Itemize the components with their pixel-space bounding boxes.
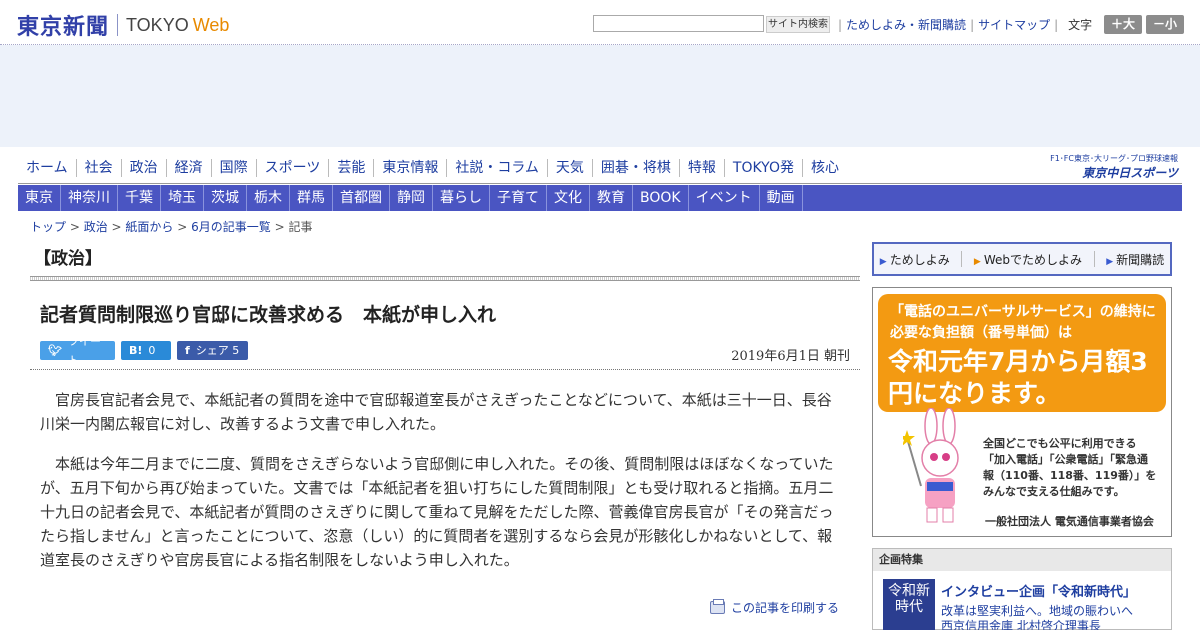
search-input[interactable] — [593, 15, 764, 32]
hatena-bookmark-button[interactable]: B! 0 — [121, 341, 171, 360]
nav-item-go-shogi[interactable]: 囲碁・将棋 — [593, 159, 680, 177]
header-link-sitemap[interactable]: サイトマップ — [978, 16, 1050, 33]
nav-item-tokyo-hatsu[interactable]: TOKYO発 — [725, 159, 803, 177]
subscription-divider — [961, 251, 963, 267]
font-size-label: 文字 — [1068, 18, 1093, 32]
logo-en: TOKYO Web — [126, 14, 230, 35]
subnav-item-shizuoka[interactable]: 静岡 — [390, 185, 433, 211]
feature-description[interactable]: 改革は堅実利益へ。地域の賑わいへ西京信用金庫 北村啓介理事長 — [941, 604, 1141, 630]
section-rule — [30, 276, 860, 281]
ad-note: 「電話のユニバーサルサービス」の維持に必要な負担額（番号単価）は — [890, 304, 1156, 341]
feature-box-heading: 企画特集 — [873, 549, 1171, 571]
subscription-divider — [1093, 251, 1095, 267]
printer-icon — [710, 599, 725, 614]
header-link-divider: | — [838, 17, 843, 32]
tweet-button[interactable]: 🐦︎ ツイート — [40, 335, 115, 367]
ad-headline: 令和元年7月から月額3円になります。 — [888, 347, 1148, 408]
article-date: 2019年6月1日 朝刊 — [731, 349, 850, 364]
article-paragraph: 官房長官記者会見で、本紙記者の質問を途中で官邸報道室長がさえぎったことなどについ… — [40, 391, 832, 433]
subnav-item-education[interactable]: 教育 — [590, 185, 633, 211]
header-link-divider: | — [970, 17, 975, 32]
subnav-item-chiba[interactable]: 千葉 — [118, 185, 161, 211]
feature-box: 企画特集 令和新時代 インタビュー企画「令和新時代」 改革は堅実利益へ。地域の賑… — [872, 548, 1172, 630]
banner-ad-area — [0, 45, 1200, 147]
arrow-right-icon: ▶ — [973, 256, 981, 267]
logo-jp: 東京新聞 — [17, 14, 110, 40]
subnav-item-video[interactable]: 動画 — [760, 185, 803, 211]
nav-item-tokyo-info[interactable]: 東京情報 — [374, 159, 448, 177]
subnav-item-culture[interactable]: 文化 — [547, 185, 590, 211]
print-article-link[interactable]: この記事を印刷する — [710, 599, 839, 616]
arrow-right-icon: ▶ — [1106, 256, 1114, 267]
subnav-item-ibaraki[interactable]: 茨城 — [204, 185, 247, 211]
subscription-box: ▶ ためしよみ ▶ Webでためしよみ ▶ 新聞購読 — [872, 242, 1172, 276]
chunichi-sports-tagline: F1･FC東京･大リーグ･プロ野球速報 — [1050, 154, 1178, 163]
subnav-item-kanagawa[interactable]: 神奈川 — [61, 185, 118, 211]
subnav-item-gunma[interactable]: 群馬 — [290, 185, 333, 211]
nav-item-special-report[interactable]: 特報 — [680, 159, 725, 177]
breadcrumb-politics[interactable]: 政治 — [84, 220, 108, 234]
subnav-item-tokyo[interactable]: 東京 — [18, 185, 61, 211]
facebook-share-button[interactable]: f シェア 5 — [177, 341, 248, 360]
nav-item-editorial[interactable]: 社説・コラム — [447, 159, 548, 177]
font-bigger-button[interactable]: ＋大 — [1104, 15, 1142, 34]
universal-service-ad[interactable]: 「電話のユニバーサルサービス」の維持に必要な負担額（番号単価）は 令和元年7月か… — [872, 287, 1172, 537]
font-smaller-button[interactable]: －小 — [1146, 15, 1184, 34]
section-title: 【政治】 — [34, 249, 102, 269]
nav-item-sports[interactable]: スポーツ — [257, 159, 330, 177]
subnav-item-life[interactable]: 暮らし — [433, 185, 490, 211]
subnav-item-shutoken[interactable]: 首都圏 — [333, 185, 390, 211]
nav-item-economy[interactable]: 経済 — [167, 159, 212, 177]
subscribe-link[interactable]: ▶ 新聞購読 — [1106, 251, 1164, 268]
bunny-mascot-icon — [903, 408, 959, 523]
print-label: この記事を印刷する — [731, 601, 840, 615]
header-link-subscribe[interactable]: ためしよみ・新聞購読 — [846, 16, 966, 33]
nav-item-weather[interactable]: 天気 — [548, 159, 593, 177]
article-rule — [30, 369, 860, 370]
feature-title-link[interactable]: インタビュー企画「令和新時代」 — [941, 581, 1136, 600]
site-logo[interactable]: 東京新聞 TOKYO Web — [17, 9, 229, 41]
sub-nav: 東京 神奈川 千葉 埼玉 茨城 栃木 群馬 首都圏 静岡 暮らし 子育て 文化 … — [18, 185, 1182, 211]
subnav-item-saitama[interactable]: 埼玉 — [161, 185, 204, 211]
nav-item-kakushin[interactable]: 核心 — [803, 159, 847, 177]
breadcrumb: トップ > 政治 > 紙面から > 6月の記事一覧 > 記事 — [30, 220, 313, 234]
logo-separator — [117, 14, 119, 36]
nav-item-home[interactable]: ホーム — [18, 159, 77, 177]
breadcrumb-top[interactable]: トップ — [30, 220, 66, 234]
subnav-item-parenting[interactable]: 子育て — [490, 185, 547, 211]
breadcrumb-paper[interactable]: 紙面から — [125, 220, 173, 234]
breadcrumb-june-list[interactable]: 6月の記事一覧 — [191, 220, 271, 234]
ad-sponsor: 一般社団法人 電気通信事業者協会 — [985, 515, 1154, 528]
chunichi-sports-logo: 東京中日スポーツ — [1082, 166, 1178, 180]
share-label: シェア 5 — [195, 344, 240, 357]
nav-item-entertainment[interactable]: 芸能 — [329, 159, 375, 177]
article-headline: 記者質問制限巡り官邸に改善求める 本紙が申し入れ — [40, 304, 497, 326]
nav-item-international[interactable]: 国際 — [212, 159, 257, 177]
search-button[interactable]: サイト内検索 — [766, 16, 830, 33]
nav-item-politics[interactable]: 政治 — [122, 159, 167, 177]
ad-description: 全国どこでも公平に利用できる「加入電話」「公衆電話」「緊急通報（110番、118… — [983, 437, 1157, 498]
chunichi-sports-link[interactable]: F1･FC東京･大リーグ･プロ野球速報 東京中日スポーツ — [1026, 153, 1178, 181]
article-paragraph: 本紙は今年二月までに二度、質問をさえぎらないよう官邸側に申し入れた。その後、質問… — [40, 455, 834, 569]
trial-link[interactable]: ▶ ためしよみ — [880, 251, 950, 268]
header-link-divider: | — [1054, 17, 1059, 32]
main-nav-divider — [18, 183, 1182, 184]
main-nav: ホーム 社会 政治 経済 国際 スポーツ 芸能 東京情報 社説・コラム 天気 囲… — [18, 159, 847, 177]
facebook-f-icon: f — [185, 344, 190, 357]
ad-orange-panel: 「電話のユニバーサルサービス」の維持に必要な負担額（番号単価）は 令和元年7月か… — [878, 294, 1166, 412]
feature-thumbnail[interactable]: 令和新時代 — [883, 579, 935, 630]
subnav-item-tochigi[interactable]: 栃木 — [247, 185, 290, 211]
subnav-item-event[interactable]: イベント — [689, 185, 760, 211]
site-header: 東京新聞 TOKYO Web サイト内検索 | ためしよみ・新聞購読 | サイトマ… — [0, 0, 1200, 45]
hatena-b-icon: B! — [129, 344, 143, 357]
nav-item-society[interactable]: 社会 — [77, 159, 122, 177]
twitter-bird-icon: 🐦︎ — [48, 344, 62, 357]
tweet-label: ツイート — [67, 334, 101, 367]
subnav-item-book[interactable]: BOOK — [633, 185, 689, 211]
web-trial-link[interactable]: ▶ Webでためしよみ — [974, 251, 1082, 268]
hatena-count: 0 — [148, 344, 156, 357]
breadcrumb-current: 記事 — [288, 220, 313, 234]
arrow-right-icon: ▶ — [879, 256, 887, 267]
header-links: | ためしよみ・新聞購読 | サイトマップ | 文字 （0） — [834, 16, 1130, 33]
